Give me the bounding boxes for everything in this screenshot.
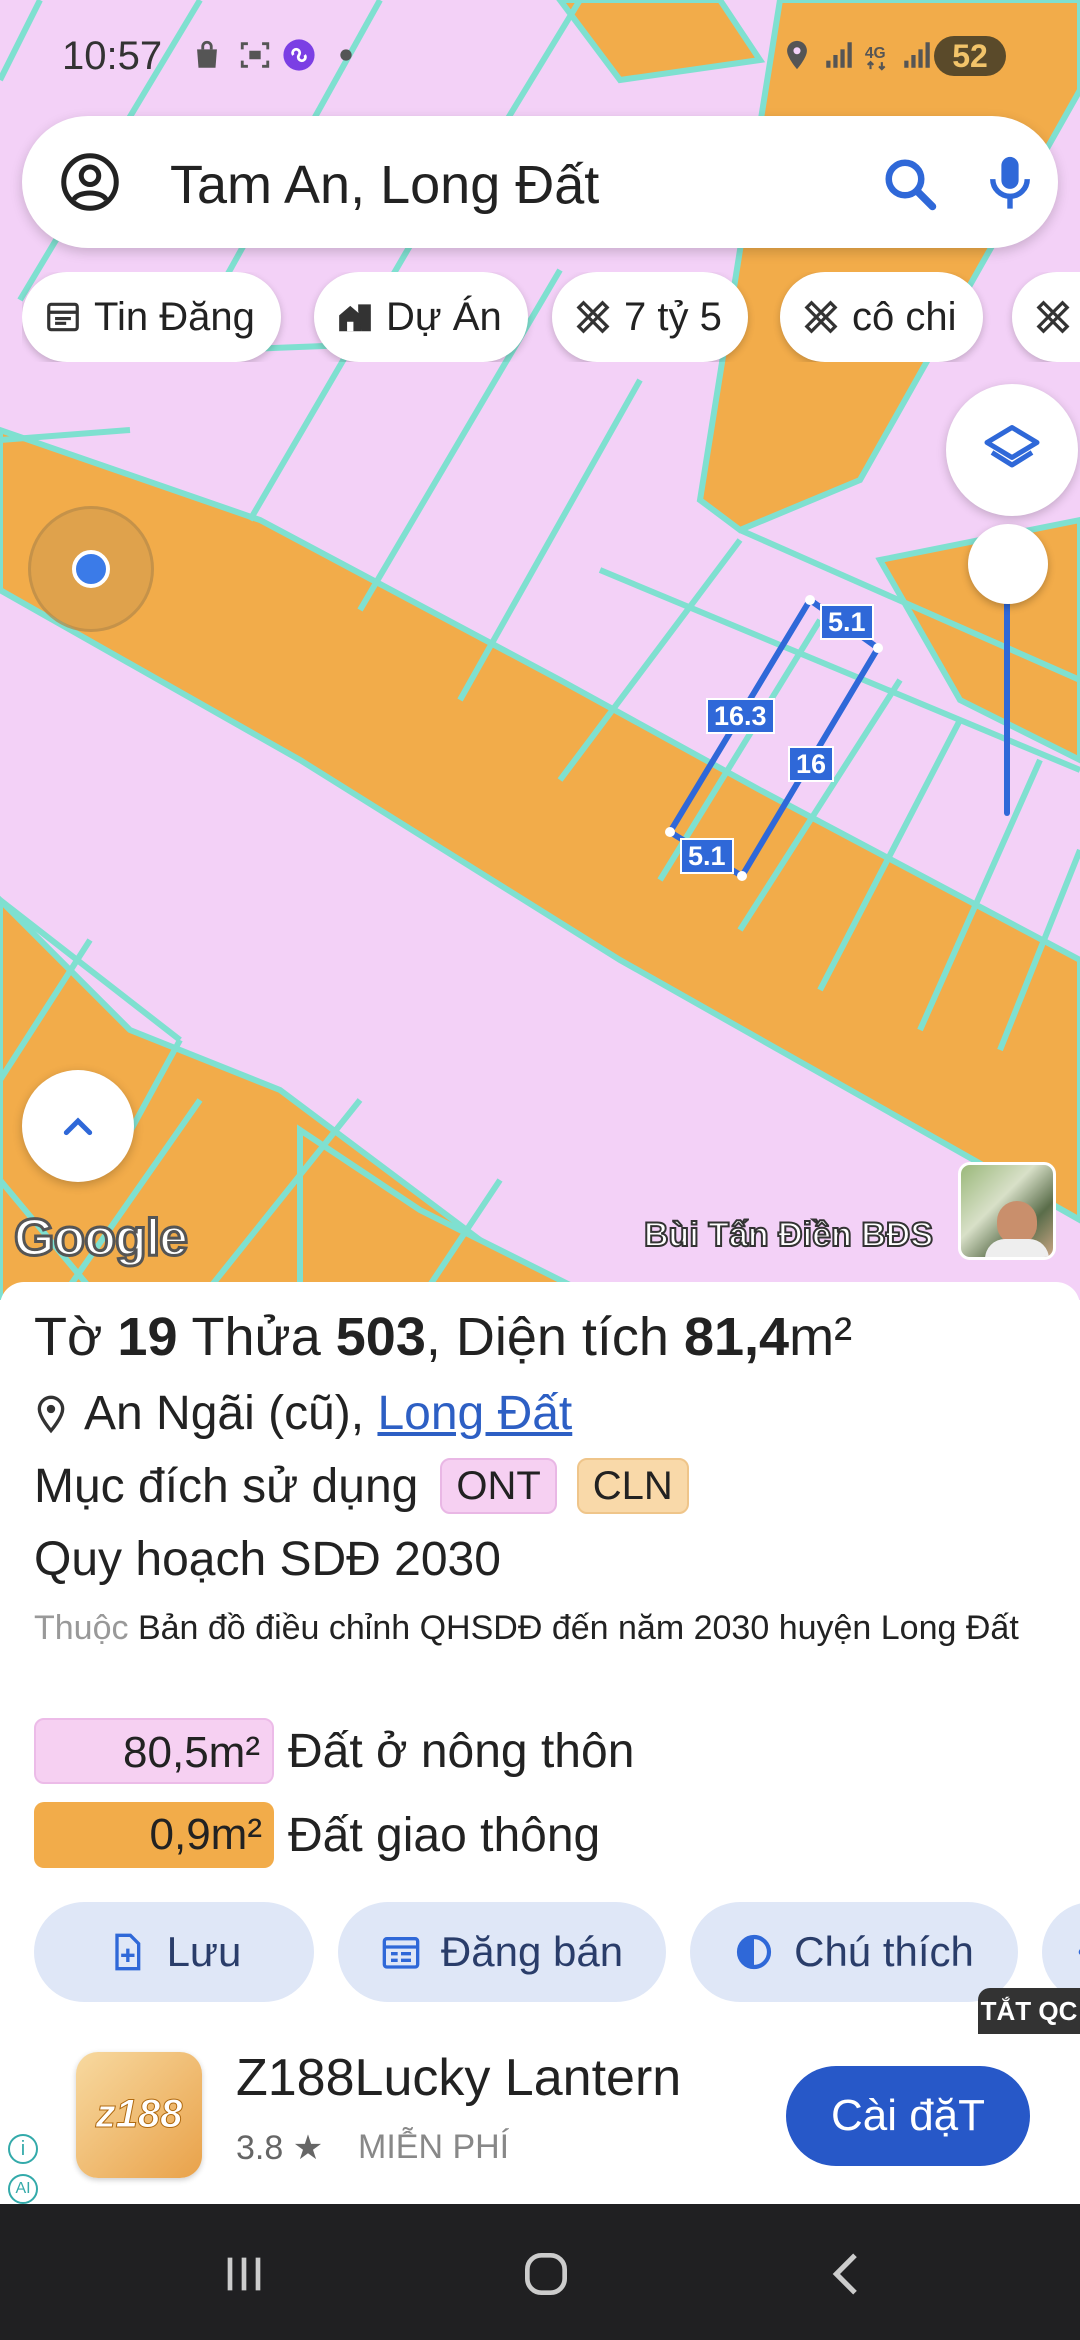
location-text: An Ngãi (cũ),: [84, 1387, 365, 1440]
chip-tin-dang[interactable]: Tin Đăng: [22, 272, 281, 362]
parcel-dim-bottom: 5.1: [680, 838, 734, 874]
land-use-label: Mục đích sử dụng: [34, 1459, 419, 1513]
contrast-icon: [737, 1934, 772, 1970]
screenshot-icon: [240, 42, 270, 68]
chevron-up-icon: [63, 1117, 93, 1136]
legend-button[interactable]: Chú thích: [690, 1902, 1018, 2002]
area-label: Đất giao thông: [288, 1808, 601, 1862]
land-use-tag-ont[interactable]: ONT: [440, 1458, 557, 1514]
parcel-info-sheet[interactable]: Tờ 19 Thửa 503, Diện tích 81,4m² An Ngãi…: [0, 1282, 1080, 2040]
google-logo: Google: [12, 1208, 189, 1269]
parcel-dim-right: 16: [788, 746, 835, 782]
ruler-icon: [804, 300, 838, 334]
planning-text: Bản đồ điều chỉnh QHSDĐ đến năm 2030 huy…: [137, 1609, 1019, 1647]
parcel-location: An Ngãi (cũ), Long Đất: [34, 1386, 572, 1441]
map-credit: Bùi Tấn Điền BĐS: [643, 1215, 934, 1255]
land-use-tag-cln[interactable]: CLN: [576, 1458, 689, 1514]
area-value: 80,5m²: [34, 1718, 274, 1784]
action-buttons: Lưu Đăng bán Chú thích: [34, 1902, 1080, 2002]
signal-icon: [826, 42, 852, 68]
search-input[interactable]: Tam An, Long Đất: [170, 154, 599, 216]
network-4g-icon: 4G: [865, 45, 886, 71]
close-ad-button[interactable]: TẮT QC: [978, 1988, 1080, 2034]
save-button[interactable]: Lưu: [34, 1902, 314, 2002]
search-icon[interactable]: [880, 154, 940, 214]
chip-label: 7 tỷ 5: [624, 294, 722, 339]
microphone-icon[interactable]: [980, 152, 1040, 216]
ruler-icon: [576, 300, 610, 334]
system-nav-bar: [0, 2204, 1080, 2340]
layers-icon: [984, 425, 1040, 468]
planning-prefix: Thuộc: [34, 1609, 129, 1647]
expand-up-button[interactable]: [22, 1070, 134, 1182]
install-button[interactable]: Cài đặT: [786, 2066, 1030, 2166]
avatar[interactable]: [958, 1162, 1056, 1260]
ad-rating: 3.8 ★: [236, 2129, 324, 2167]
ruler-icon: [1036, 300, 1070, 334]
chip-label: Dự Án: [386, 294, 502, 339]
area-value: 0,9m²: [34, 1802, 274, 1868]
calendar-icon: [382, 1937, 420, 1969]
signal-2-icon: [904, 42, 930, 68]
status-bar: 10:57 4G 52: [0, 0, 1080, 110]
parcel-dim-left: 16.3: [706, 698, 775, 734]
location-link[interactable]: Long Đất: [377, 1386, 572, 1441]
opacity-slider-thumb[interactable]: [968, 524, 1048, 604]
planning-source: Thuộc Bản đồ điều chỉnh QHSDĐ đến năm 20…: [34, 1602, 1054, 1654]
chip-label: Tin Đăng: [94, 294, 255, 339]
ad-price: MIỄN PHÍ: [358, 2128, 510, 2166]
area-row-residential: 80,5m² Đất ở nông thôn: [34, 1718, 634, 1784]
svg-text:4G: 4G: [865, 45, 886, 62]
land-use-purpose: Mục đích sử dụng ONT CLN: [34, 1458, 689, 1514]
post-sale-button[interactable]: Đăng bán: [338, 1902, 666, 2002]
back-icon[interactable]: [820, 2246, 876, 2302]
layers-button[interactable]: [946, 384, 1078, 516]
more-icon: [1078, 1949, 1080, 1955]
filter-chips: Tin Đăng Dự Án 7 tỷ 5 cô chi: [22, 272, 1080, 362]
chip-du-an[interactable]: Dự Án: [314, 272, 528, 362]
list-icon: [47, 302, 79, 332]
battery-indicator: 52: [934, 36, 1006, 76]
chip-co-chi[interactable]: cô chi: [780, 272, 983, 362]
planning-title: Quy hoạch SDĐ 2030: [34, 1533, 501, 1586]
more-actions-button[interactable]: [1042, 1902, 1080, 2002]
search-bar[interactable]: Tam An, Long Đất: [22, 116, 1058, 248]
ad-app-name[interactable]: Z188Lucky Lantern: [236, 2048, 681, 2108]
chip-label: cô chi: [852, 294, 957, 339]
ad-info-icon[interactable]: i: [8, 2134, 38, 2164]
dot-icon: [340, 49, 352, 61]
chip-7-ty-5[interactable]: 7 tỷ 5: [552, 272, 748, 362]
add-file-icon: [114, 1933, 140, 1971]
recent-apps-icon[interactable]: [216, 2246, 272, 2302]
parcel-title: Tờ 19 Thửa 503, Diện tích 81,4m²: [34, 1307, 853, 1367]
area-row-road: 0,9m² Đất giao thông: [34, 1802, 600, 1868]
area-label: Đất ở nông thôn: [288, 1724, 635, 1778]
account-icon[interactable]: [60, 152, 120, 212]
ad-banner[interactable]: i AI z188 Z188Lucky Lantern 3.8 ★ MIỄN P…: [0, 2034, 1080, 2204]
parcel-dim-top: 5.1: [820, 604, 874, 640]
home-icon[interactable]: [518, 2246, 574, 2302]
location-pin-icon: [37, 1395, 65, 1433]
status-time: 10:57: [62, 34, 163, 78]
chip-more[interactable]: [1012, 272, 1080, 362]
ad-app-icon[interactable]: z188: [76, 2052, 202, 2178]
building-icon: [339, 304, 371, 332]
my-location-dot: [72, 550, 110, 588]
app-badge-icon: [283, 39, 315, 71]
shopping-bag-icon: [197, 40, 217, 68]
location-icon: [787, 40, 807, 70]
ad-ai-icon[interactable]: AI: [8, 2174, 38, 2204]
